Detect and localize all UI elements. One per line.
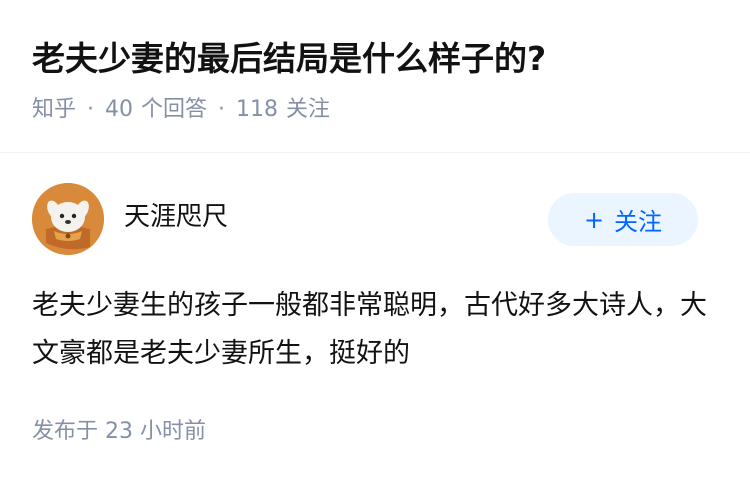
follow-button-label: 关注 xyxy=(614,208,663,236)
author-avatar[interactable] xyxy=(32,183,104,255)
question-title[interactable]: 老夫少妻的最后结局是什么样子的? xyxy=(32,36,546,82)
post-time-value: 23 小时前 xyxy=(105,419,207,444)
follow-button[interactable]: + 关注 xyxy=(548,193,698,246)
separator-dot: · xyxy=(218,97,226,122)
question-meta: 知乎 · 40 个回答 · 118 关注 xyxy=(32,94,330,126)
followers-label: 关注 xyxy=(286,97,331,122)
cartoon-dog-avatar-icon xyxy=(32,183,104,255)
post-time: 发布于 23 小时前 xyxy=(32,416,206,448)
answers-count: 40 xyxy=(105,97,134,122)
post-time-prefix: 发布于 xyxy=(32,419,99,444)
divider xyxy=(0,152,750,153)
author-name[interactable]: 天涯咫尺 xyxy=(124,199,228,235)
separator-dot: · xyxy=(87,97,95,122)
answers-label: 个回答 xyxy=(141,97,208,122)
source-label[interactable]: 知乎 xyxy=(32,97,76,122)
plus-icon: + xyxy=(583,205,605,234)
answer-page: 老夫少妻的最后结局是什么样子的? 知乎 · 40 个回答 · 118 关注 天涯咫尺 + 关… xyxy=(0,0,750,482)
followers-count: 118 xyxy=(236,97,279,122)
answer-content[interactable]: 老夫少妻生的孩子一般都非常聪明，古代好多大诗人，大文豪都是老夫少妻所生，挺好的 xyxy=(32,282,722,378)
